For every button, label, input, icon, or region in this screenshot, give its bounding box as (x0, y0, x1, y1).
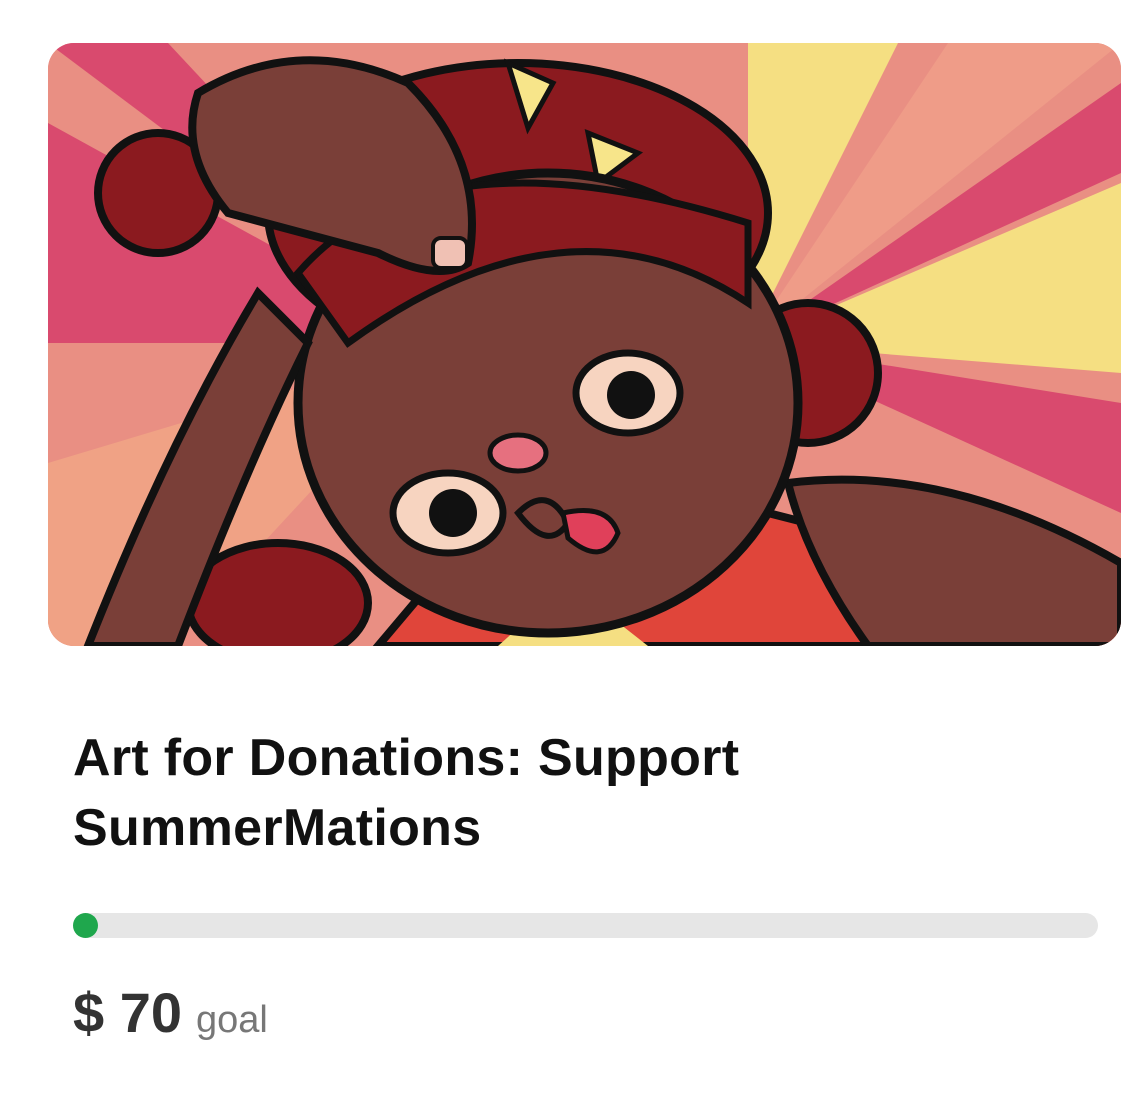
goal-row: $ 70 goal (73, 980, 268, 1045)
campaign-title[interactable]: Art for Donations: Support SummerMations (73, 723, 1073, 863)
goal-amount: $ 70 (73, 981, 182, 1044)
progress-fill (73, 913, 98, 938)
goal-label: goal (196, 999, 268, 1041)
campaign-illustration (48, 43, 1121, 646)
campaign-image[interactable] (48, 43, 1121, 646)
progress-bar (73, 913, 1098, 938)
